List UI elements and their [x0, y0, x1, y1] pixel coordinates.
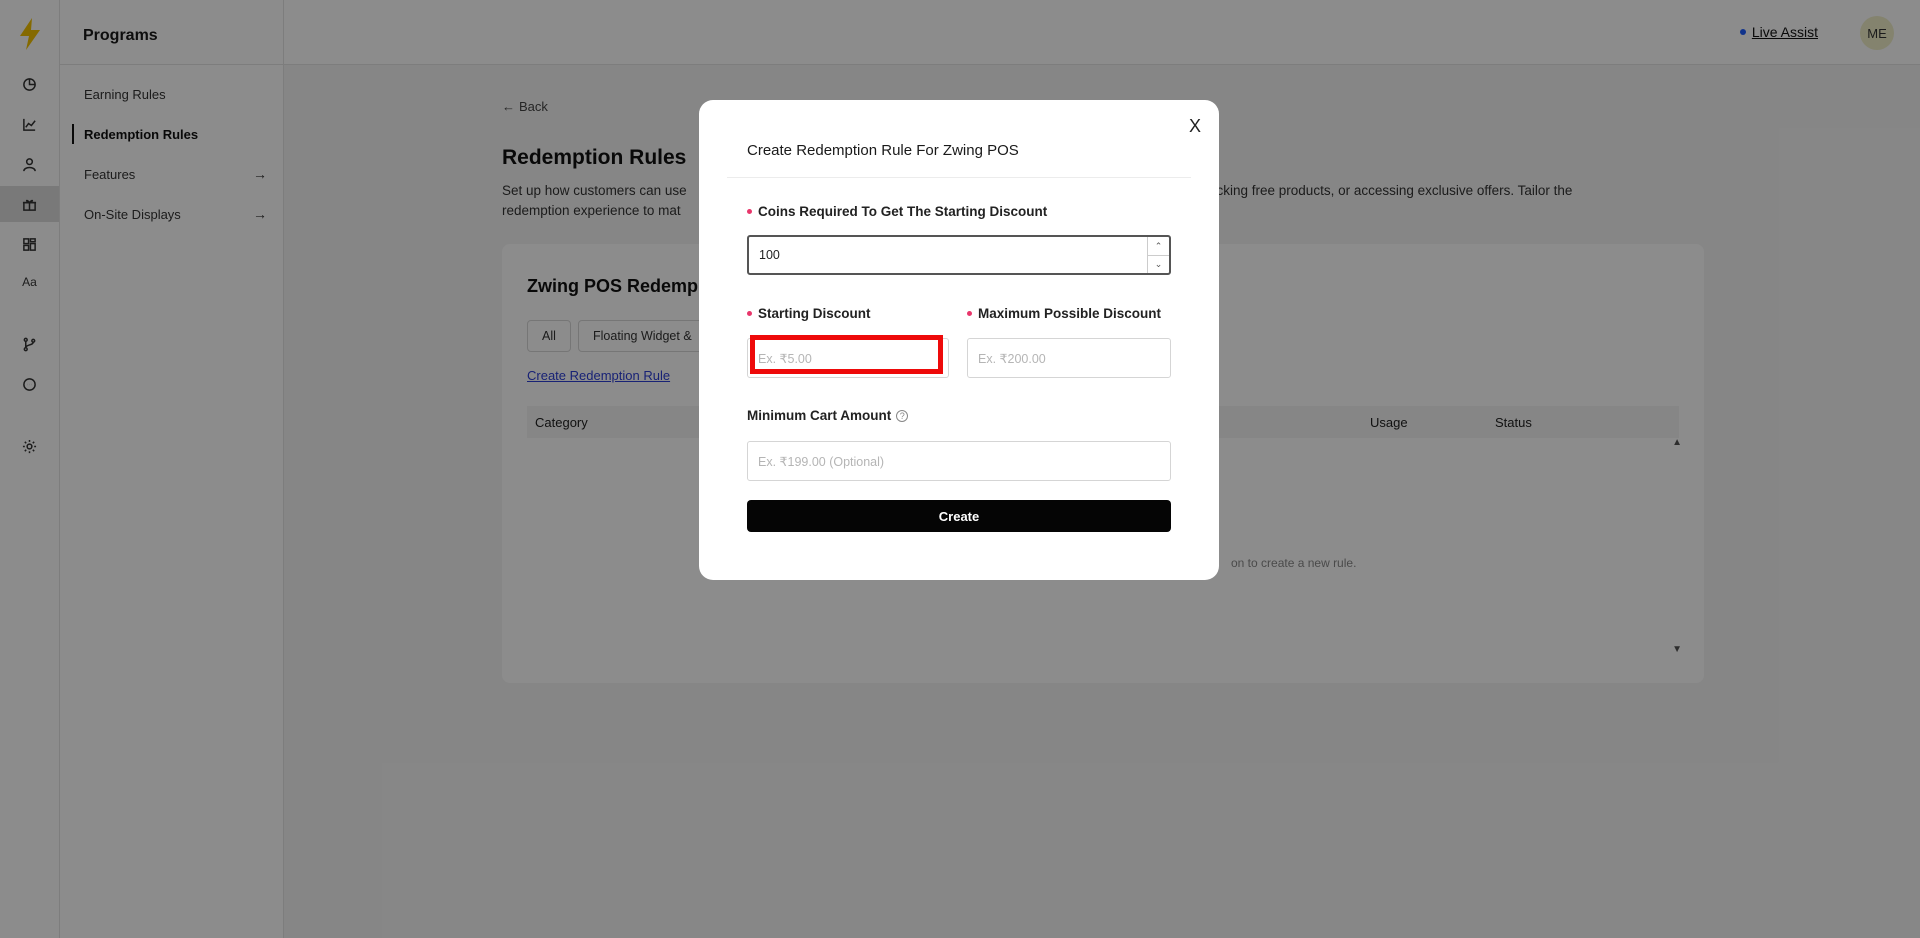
- highlight-box: [750, 335, 943, 374]
- modal-divider: [727, 177, 1191, 178]
- minimum-cart-amount-input[interactable]: Ex. ₹199.00 (Optional): [747, 441, 1171, 481]
- starting-discount-label: Starting Discount: [747, 306, 871, 321]
- close-icon[interactable]: X: [1185, 116, 1205, 136]
- modal-title: Create Redemption Rule For Zwing POS: [747, 142, 1019, 159]
- required-dot-icon: [967, 311, 972, 316]
- minimum-cart-amount-label: Minimum Cart Amount ?: [747, 408, 909, 423]
- maximum-discount-label: Maximum Possible Discount: [967, 306, 1161, 321]
- help-icon[interactable]: ?: [896, 409, 909, 422]
- coins-required-label: Coins Required To Get The Starting Disco…: [747, 204, 1047, 219]
- create-redemption-rule-modal: Create Redemption Rule For Zwing POS X C…: [699, 100, 1219, 580]
- number-stepper[interactable]: ⌃ ⌄: [1147, 237, 1169, 273]
- required-dot-icon: [747, 311, 752, 316]
- stepper-up-icon[interactable]: ⌃: [1148, 237, 1169, 255]
- create-button[interactable]: Create: [747, 500, 1171, 532]
- required-dot-icon: [747, 209, 752, 214]
- coins-required-input[interactable]: 100 ⌃ ⌄: [747, 235, 1171, 275]
- maximum-discount-input[interactable]: Ex. ₹200.00: [967, 338, 1171, 378]
- stepper-down-icon[interactable]: ⌄: [1148, 255, 1169, 273]
